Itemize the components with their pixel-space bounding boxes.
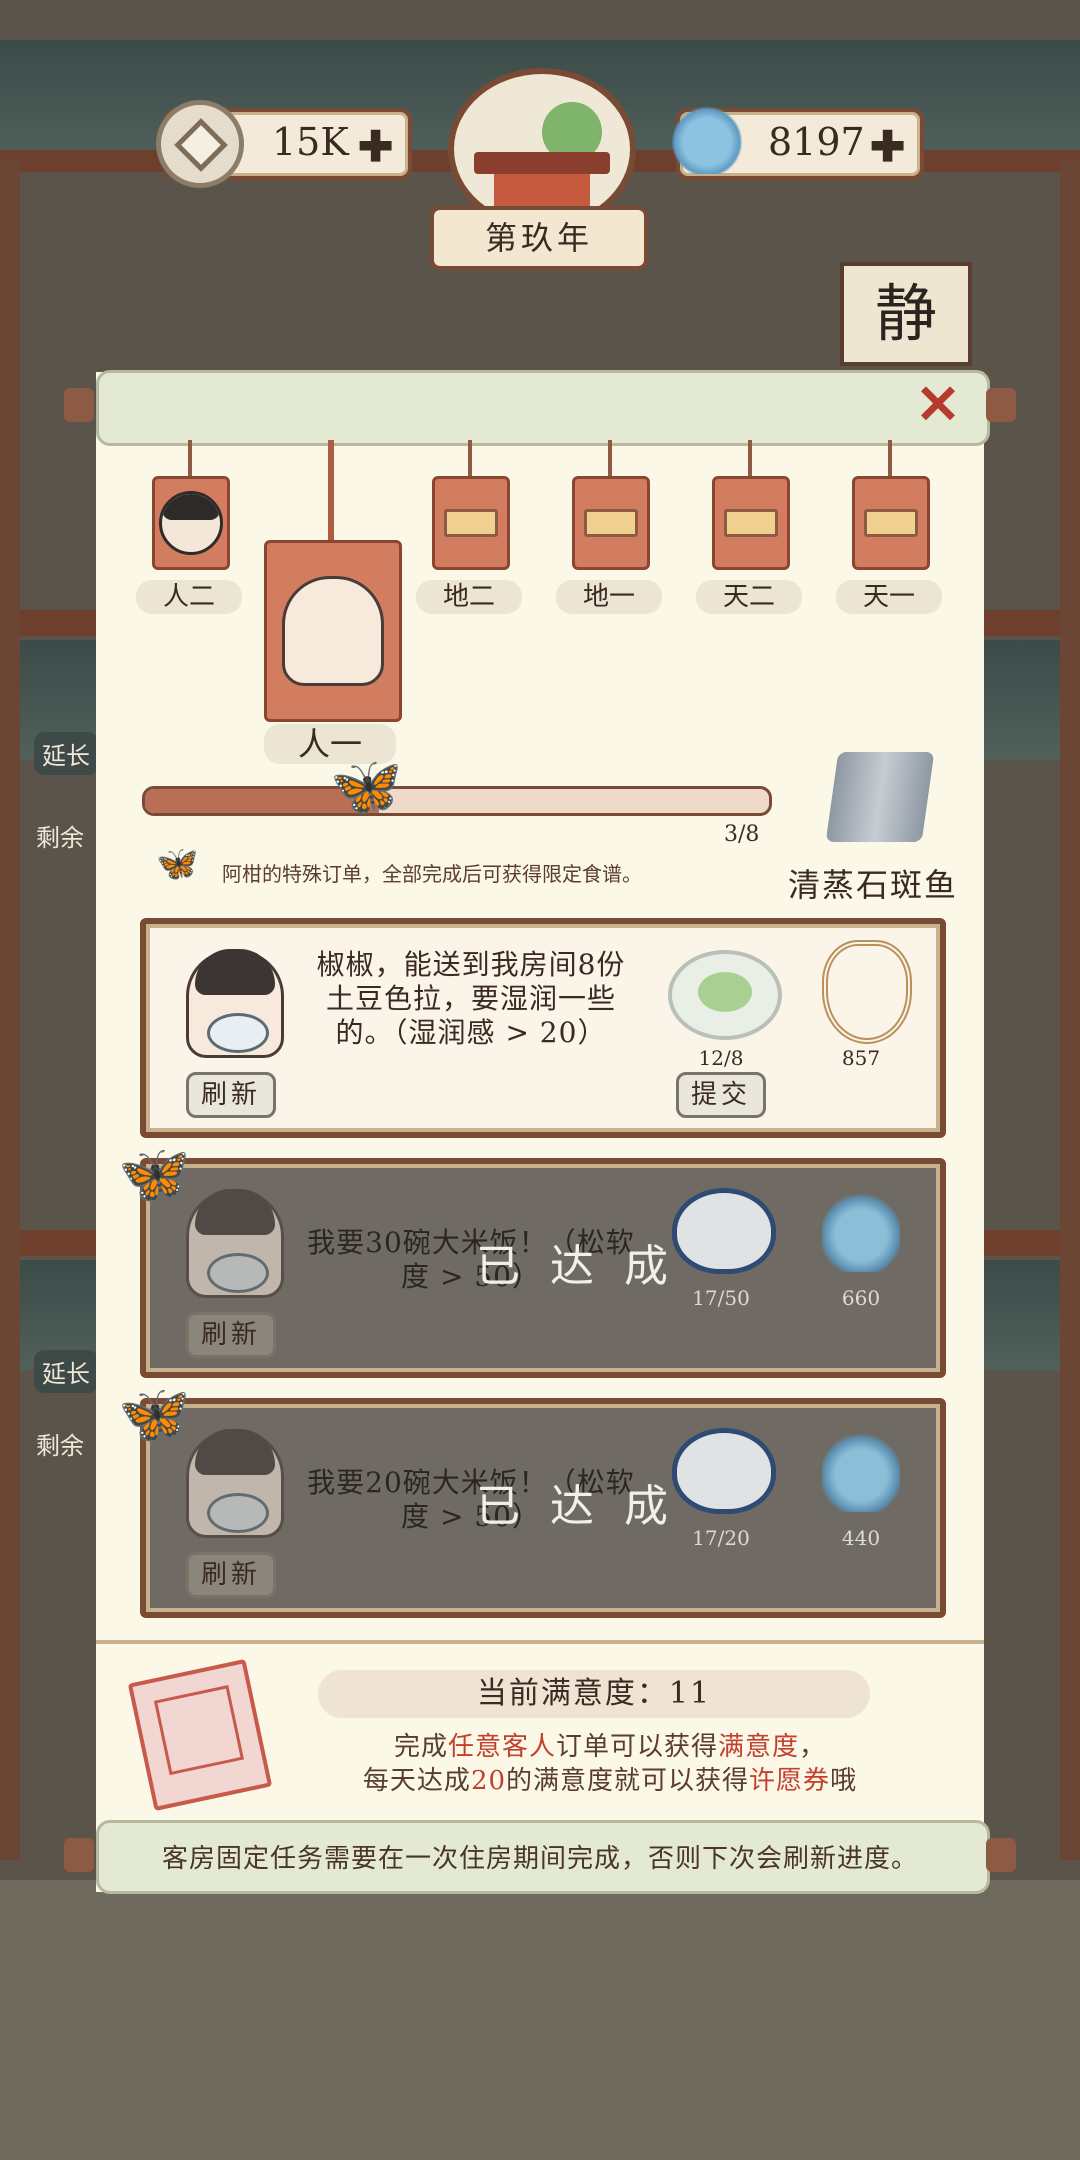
completed-stamp: 已达成: [476, 1241, 698, 1292]
tag-rope: [328, 440, 334, 542]
special-order-note: 阿柑的特殊订单，全部完成后可获得限定食谱。: [222, 862, 642, 886]
tag-string: [888, 440, 892, 476]
side-label-remain-1: 剩余: [36, 824, 84, 852]
reward-amount: 660: [841, 1286, 881, 1310]
guest-portrait-icon: [186, 1189, 284, 1298]
butterfly-small-icon: 🦋: [156, 844, 199, 884]
side-label-extend-1: 延长: [34, 732, 98, 775]
tag-label-guest-2: 人二: [136, 580, 242, 614]
scroll-rod-bottom-left-end: [64, 1838, 94, 1872]
guest-portrait-icon: [186, 1429, 284, 1538]
coin-string-reward-icon: [822, 940, 912, 1044]
tag-guest-2[interactable]: [152, 476, 230, 570]
tag-string: [748, 440, 752, 476]
tag-label-heaven-2: 天二: [696, 580, 802, 614]
locked-bar-icon: [444, 509, 498, 537]
guest-avatar-icon: [282, 576, 384, 686]
spirit-reward-icon: [822, 1180, 900, 1272]
potato-salad-dish-icon: [668, 950, 782, 1040]
side-label-remain-2: 剩余: [36, 1432, 84, 1460]
tag-string: [468, 440, 472, 476]
completed-stamp: 已达成: [476, 1481, 698, 1532]
guest-avatar-icon: [159, 491, 223, 555]
reward-amount: 857: [841, 1046, 881, 1070]
pillar-right: [1060, 160, 1080, 1860]
spirit-amount: 8197: [768, 120, 865, 164]
refresh-button[interactable]: 刷新: [186, 1312, 277, 1358]
pillar-left: [0, 160, 20, 1860]
year-plate: 第玖年: [430, 206, 648, 270]
order-card-2: 刷新 我要30碗大米饭！（松软度 > 50） 17/50 660 已达成: [140, 1158, 946, 1378]
special-order-progress-bar: [142, 786, 772, 816]
order-card-1: 刷新 椒椒，能送到我房间8份土豆色拉，要湿润一些的。（湿润感 > 20） 12/…: [140, 918, 946, 1138]
spirit-flame-icon: [672, 94, 742, 174]
submit-button[interactable]: 提交: [676, 1072, 767, 1118]
inn-roof-icon: [474, 152, 610, 174]
butterfly-icon: 🦋: [118, 1140, 191, 1208]
locked-bar-icon: [584, 509, 638, 537]
tag-label-earth-1: 地一: [556, 580, 662, 614]
scroll-rod-top: [96, 370, 990, 446]
order-progress-count: 12/8: [698, 1046, 744, 1070]
recipe-reward-name: 清蒸石斑鱼: [788, 866, 959, 904]
coin-amount: 15K: [272, 120, 349, 164]
reward-amount: 440: [841, 1526, 881, 1550]
refresh-button[interactable]: 刷新: [186, 1072, 277, 1118]
guest-portrait-icon: [186, 949, 284, 1058]
inn-building-icon: [494, 174, 590, 210]
order-text: 椒椒，能送到我房间8份土豆色拉，要湿润一些的。（湿润感 > 20）: [316, 948, 626, 1049]
add-spirit-plus-icon[interactable]: ✚: [870, 122, 905, 171]
calligraphy-sign: 静: [840, 262, 972, 366]
tag-string: [608, 440, 612, 476]
room-task-note: 客房固定任务需要在一次住房期间完成，否则下次会刷新进度。: [161, 1844, 918, 1874]
spirit-reward-icon: [822, 1420, 900, 1512]
butterfly-icon: 🦋: [330, 752, 403, 820]
scroll-rod-bottom-right-end: [986, 1838, 1016, 1872]
side-label-extend-2: 延长: [34, 1350, 98, 1393]
tag-earth-1[interactable]: [572, 476, 650, 570]
order-card-3: 刷新 我要20碗大米饭！（松软度 > 50） 17/20 440 已达成: [140, 1398, 946, 1618]
add-coins-plus-icon[interactable]: ✚: [358, 122, 393, 171]
refresh-button[interactable]: 刷新: [186, 1552, 277, 1598]
scroll-rod-top-left-end: [64, 388, 94, 422]
locked-bar-icon: [864, 509, 918, 537]
close-icon[interactable]: ✕: [912, 377, 964, 431]
tag-string: [188, 440, 192, 476]
locked-bar-icon: [724, 509, 778, 537]
tag-heaven-2[interactable]: [712, 476, 790, 570]
tag-guest-1-selected[interactable]: [264, 540, 402, 722]
satisfaction-line-2: 每天达成20的满意度就可以获得许愿券哦: [362, 1766, 858, 1796]
tag-heaven-1[interactable]: [852, 476, 930, 570]
recipe-scroll-icon[interactable]: [825, 752, 935, 842]
tag-label-earth-2: 地二: [416, 580, 522, 614]
coin-icon: [156, 100, 244, 188]
satisfaction-title: 当前满意度：11: [318, 1670, 870, 1718]
satisfaction-line-1: 完成任意客人订单可以获得满意度，: [393, 1732, 827, 1762]
scroll-rod-top-right-end: [986, 388, 1016, 422]
progress-count: 3/8: [724, 822, 760, 847]
floor: [0, 1880, 1080, 2160]
tag-label-heaven-1: 天一: [836, 580, 942, 614]
divider: [96, 1640, 984, 1644]
butterfly-icon: 🦋: [118, 1380, 191, 1448]
tag-earth-2[interactable]: [432, 476, 510, 570]
